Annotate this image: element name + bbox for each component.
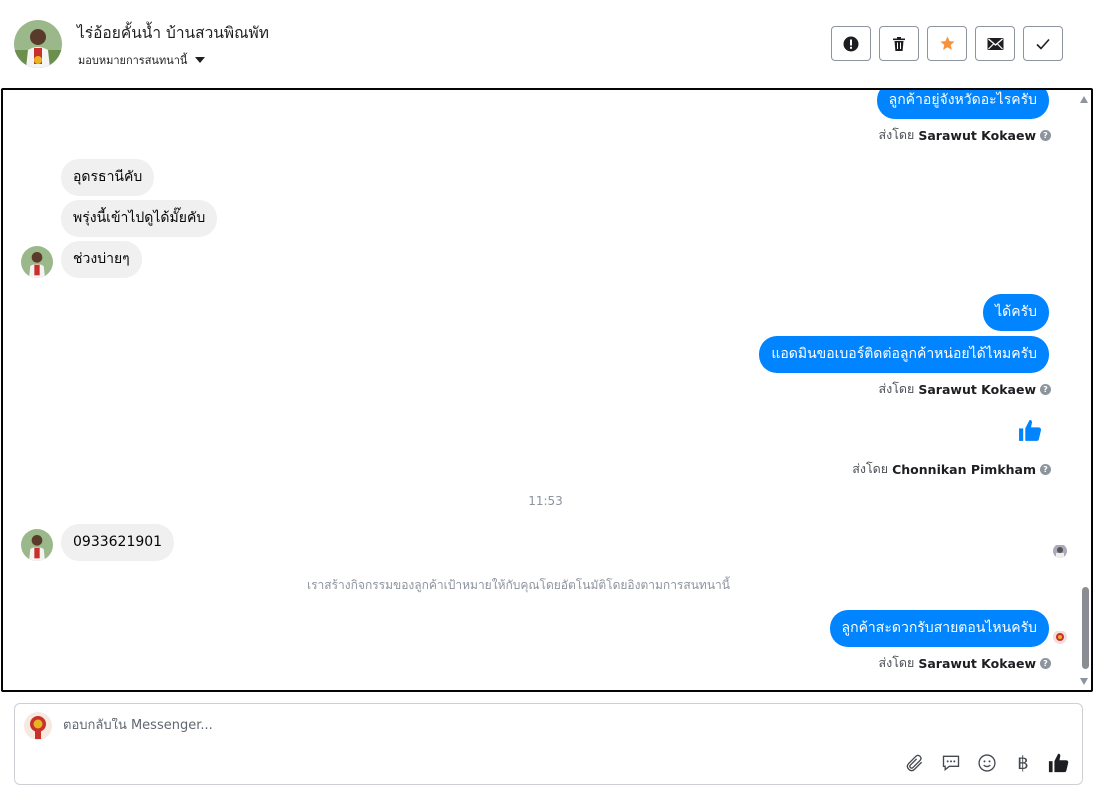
help-icon[interactable]: ?: [1040, 463, 1051, 475]
message-bubble-incoming[interactable]: 0933621901: [61, 524, 175, 561]
emoji-button[interactable]: [976, 752, 998, 774]
mark-unread-button[interactable]: [975, 26, 1015, 61]
paperclip-icon: [906, 754, 923, 772]
caret-down-icon: [195, 57, 206, 63]
payment-button[interactable]: ฿: [1012, 752, 1034, 774]
help-icon[interactable]: ?: [1040, 129, 1051, 141]
page-avatar: [24, 712, 52, 740]
scroll-down-arrow-icon[interactable]: [1080, 678, 1088, 685]
chat-bubble-icon: [942, 755, 960, 772]
reply-composer: ฿: [14, 703, 1083, 785]
message-bubble-outgoing: ลูกค้าอยู่จังหวัดอะไรครับ: [876, 90, 1049, 119]
sent-by-label: ส่งโดย Chonnikan Pimkham ?: [852, 459, 1051, 479]
attach-button[interactable]: [904, 752, 926, 774]
thumbs-up-sticker-icon: [1019, 419, 1042, 441]
customer-avatar[interactable]: [14, 20, 62, 68]
thumbs-up-icon: [1048, 753, 1069, 773]
star-icon: [939, 36, 955, 50]
conversation-actions: [831, 26, 1063, 61]
baht-icon: ฿: [1017, 752, 1029, 774]
saved-replies-button[interactable]: [940, 752, 962, 774]
scrollbar-thumb[interactable]: [1082, 587, 1089, 669]
sent-by-label: ส่งโดย Sarawut Kokaew ?: [878, 653, 1051, 673]
read-receipt-avatar: [1053, 544, 1067, 558]
message-timestamp: 11:53: [528, 494, 563, 508]
message-thread[interactable]: ลูกค้าอยู่จังหวัดอะไรครับ ส่งโดย Sarawut…: [1, 88, 1093, 692]
star-button[interactable]: [927, 26, 967, 61]
scroll-up-arrow-icon[interactable]: [1080, 96, 1088, 103]
check-icon: [1036, 38, 1050, 50]
smiley-icon: [978, 754, 996, 772]
assign-label: มอบหมายการสนทนานี้: [78, 54, 188, 67]
customer-avatar-small[interactable]: [21, 246, 53, 278]
message-bubble-outgoing: แอดมินขอเบอร์ติดต่อลูกค้าหน่อยได้ไหมครับ: [759, 336, 1049, 373]
help-icon[interactable]: ?: [1040, 657, 1051, 669]
message-bubble-incoming: พรุ่งนี้เข้าไปดูได้มั๊ยคับ: [61, 200, 218, 237]
delete-button[interactable]: [879, 26, 919, 61]
message-bubble-incoming: อุดรธานีคับ: [61, 159, 155, 196]
customer-avatar-small[interactable]: [21, 529, 53, 561]
message-bubble-incoming: ช่วงบ่ายๆ: [61, 241, 142, 278]
mark-spam-button[interactable]: [831, 26, 871, 61]
conversation-header: ไร่อ้อยคั้นน้ำ บ้านสวนพิณพัท มอบหมายการส…: [0, 0, 1093, 88]
help-icon[interactable]: ?: [1040, 383, 1051, 395]
envelope-icon: [987, 37, 1003, 50]
alert-icon: [843, 36, 859, 51]
system-notice: เราสร้างกิจกรรมของลูกค้าเป้าหมายให้กับคุ…: [307, 578, 730, 592]
mark-done-button[interactable]: [1023, 26, 1063, 61]
scrollbar[interactable]: [1078, 90, 1091, 690]
send-like-button[interactable]: [1048, 752, 1070, 774]
assign-conversation-dropdown[interactable]: มอบหมายการสนทนานี้: [78, 51, 206, 69]
seen-avatar: [1053, 630, 1067, 644]
composer-tools: ฿: [904, 752, 1070, 774]
reply-input[interactable]: [63, 718, 863, 733]
page-title: ไร่อ้อยคั้นน้ำ บ้านสวนพิณพัท: [77, 24, 269, 42]
trash-icon: [893, 36, 905, 51]
message-bubble-outgoing: ได้ครับ: [983, 294, 1049, 331]
sent-by-label: ส่งโดย Sarawut Kokaew ?: [878, 379, 1051, 399]
sent-by-label: ส่งโดย Sarawut Kokaew ?: [878, 125, 1051, 145]
message-bubble-outgoing: ลูกค้าสะดวกรับสายตอนไหนครับ: [829, 610, 1049, 647]
